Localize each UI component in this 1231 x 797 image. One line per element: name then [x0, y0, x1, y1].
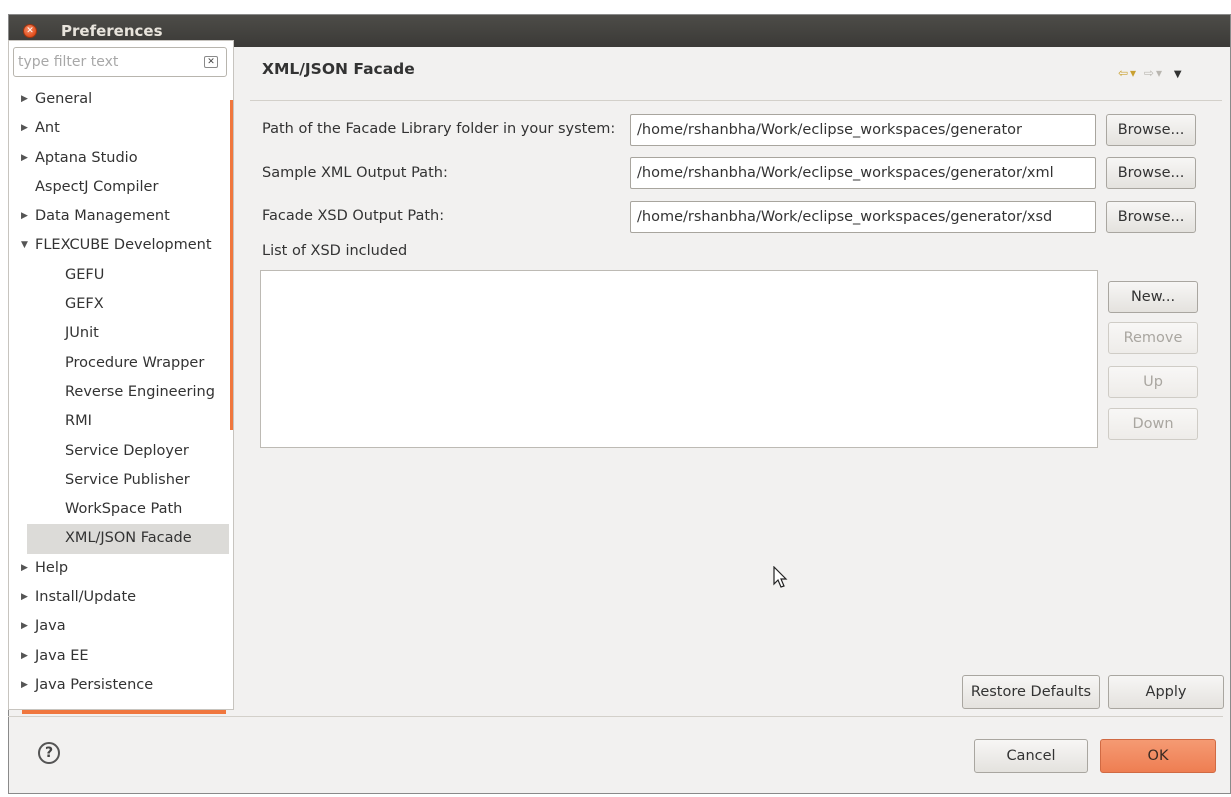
tree-item-label: GEFX [65, 296, 104, 313]
tree-item-label: WorkSpace Path [65, 501, 183, 518]
tree-item-label: Service Deployer [65, 442, 189, 459]
page-title: XML/JSON Facade [262, 60, 415, 78]
tree-item-label: Java [35, 618, 66, 635]
xsd-list-label: List of XSD included [262, 243, 408, 259]
tree-item-label: Aptana Studio [35, 149, 138, 166]
tree-item-label: General [35, 91, 93, 107]
tree-item-label: Service Publisher [65, 471, 190, 488]
collapsed-arrow-icon[interactable]: ▶ [21, 85, 28, 114]
browse-sample-xml-button[interactable]: Browse... [1106, 157, 1196, 189]
collapsed-arrow-icon[interactable]: ▶ [21, 612, 28, 641]
window-title: Preferences [61, 22, 163, 40]
tree-item-aptana-studio[interactable]: ▶ Aptana Studio [9, 144, 229, 173]
sample-xml-path-input[interactable]: /home/rshanbha/Work/eclipse_workspaces/g… [630, 157, 1096, 189]
cancel-button[interactable]: Cancel [974, 739, 1088, 773]
expanded-arrow-icon[interactable]: ▼ [21, 231, 28, 260]
tree-item-label: Java Persistence [35, 676, 154, 693]
tree-item-java-ee[interactable]: ▶ Java EE [9, 642, 229, 671]
tree-item-label: FLEXCUBE Development [35, 237, 212, 254]
tree-item-label: RMI [65, 413, 92, 430]
collapsed-arrow-icon[interactable]: ▶ [21, 642, 28, 671]
mouse-cursor-icon [773, 566, 788, 588]
collapsed-arrow-icon[interactable]: ▶ [21, 671, 28, 700]
horizontal-scrollbar[interactable] [22, 710, 226, 714]
clear-filter-icon[interactable]: ✕ [204, 56, 218, 68]
tree-item-aspectj-compiler[interactable]: AspectJ Compiler [9, 173, 229, 202]
collapsed-arrow-icon[interactable]: ▶ [21, 144, 28, 173]
tree-item-label: XML/JSON Facade [65, 530, 192, 547]
apply-button[interactable]: Apply [1108, 675, 1224, 709]
help-icon[interactable]: ? [38, 742, 60, 764]
filter-input[interactable] [18, 49, 198, 75]
restore-defaults-button[interactable]: Restore Defaults [962, 675, 1100, 709]
tree-item-help[interactable]: ▶ Help [9, 554, 229, 583]
tree-item-label: Ant [35, 120, 60, 137]
footer-divider [8, 716, 1223, 717]
tree-item-label: Procedure Wrapper [65, 354, 205, 371]
sample-xml-path-label: Sample XML Output Path: [262, 165, 448, 181]
move-down-button[interactable]: Down [1108, 408, 1198, 440]
tree-item-label: Reverse Engineering [65, 383, 215, 400]
tree-item-label: GEFU [65, 266, 105, 283]
xsd-list[interactable] [260, 270, 1098, 448]
filter-box: ✕ [13, 47, 227, 77]
tree-item-label: JUnit [65, 325, 99, 342]
tree-item-xml-json-facade[interactable]: XML/JSON Facade [27, 524, 229, 554]
facade-xsd-path-input[interactable]: /home/rshanbha/Work/eclipse_workspaces/g… [630, 201, 1096, 233]
remove-xsd-button[interactable]: Remove [1108, 322, 1198, 354]
tree-item-java-persistence[interactable]: ▶ Java Persistence [9, 671, 229, 700]
collapsed-arrow-icon[interactable]: ▶ [21, 202, 28, 231]
view-menu-icon[interactable]: ▼ [1174, 69, 1184, 80]
tree-item-reverse-engineering[interactable]: Reverse Engineering [27, 378, 229, 407]
browse-facade-library-button[interactable]: Browse... [1106, 114, 1196, 146]
tree-item-label: Help [35, 559, 69, 576]
collapsed-arrow-icon[interactable]: ▶ [21, 583, 28, 612]
page-navigation: ⇦▾ ⇨▾ ▼ [1118, 66, 1184, 80]
tree-item-service-deployer[interactable]: Service Deployer [27, 437, 229, 466]
facade-xsd-path-label: Facade XSD Output Path: [262, 208, 445, 224]
collapsed-arrow-icon[interactable]: ▶ [21, 554, 28, 583]
tree-item-junit[interactable]: JUnit [27, 319, 229, 348]
move-up-button[interactable]: Up [1108, 366, 1198, 398]
tree-item-rmi[interactable]: RMI [27, 407, 229, 436]
tree-item-data-management[interactable]: ▶ Data Management [9, 202, 229, 231]
tree-item-label: Java EE [35, 647, 89, 664]
tree-item-ant[interactable]: ▶ Ant [9, 114, 229, 143]
tree-item-workspace-path[interactable]: WorkSpace Path [27, 495, 229, 524]
preference-tree-pane: ✕ ▶ General ▶ Ant ▶ Aptana Studio AspectJ Comp… [8, 40, 234, 710]
new-xsd-button[interactable]: New... [1108, 281, 1198, 313]
vertical-scrollbar[interactable] [230, 100, 233, 430]
tree-item-label: AspectJ Compiler [35, 178, 159, 195]
tree-item-procedure-wrapper[interactable]: Procedure Wrapper [27, 349, 229, 378]
browse-facade-xsd-button[interactable]: Browse... [1106, 201, 1196, 233]
forward-arrow-icon[interactable]: ⇨▾ [1144, 66, 1164, 80]
header-divider [250, 100, 1222, 101]
tree-item-label: Data Management [35, 208, 170, 225]
tree-item-gefu[interactable]: GEFU [27, 261, 229, 290]
preference-tree: ▶ General ▶ Ant ▶ Aptana Studio AspectJ Compil… [9, 85, 229, 700]
close-icon[interactable]: ✕ [23, 24, 37, 38]
collapsed-arrow-icon[interactable]: ▶ [21, 114, 28, 143]
facade-library-path-input[interactable]: /home/rshanbha/Work/eclipse_workspaces/g… [630, 114, 1096, 146]
tree-item-install-update[interactable]: ▶ Install/Update [9, 583, 229, 612]
back-arrow-icon[interactable]: ⇦▾ [1118, 66, 1138, 80]
facade-library-path-label: Path of the Facade Library folder in you… [262, 121, 616, 137]
tree-item-service-publisher[interactable]: Service Publisher [27, 466, 229, 495]
tree-item-general[interactable]: ▶ General [9, 85, 229, 114]
tree-item-java[interactable]: ▶ Java [9, 612, 229, 641]
tree-item-flexcube-development[interactable]: ▼ FLEXCUBE Development [9, 231, 229, 260]
ok-button[interactable]: OK [1100, 739, 1216, 773]
tree-item-label: Install/Update [35, 589, 137, 606]
tree-item-gefx[interactable]: GEFX [27, 290, 229, 319]
